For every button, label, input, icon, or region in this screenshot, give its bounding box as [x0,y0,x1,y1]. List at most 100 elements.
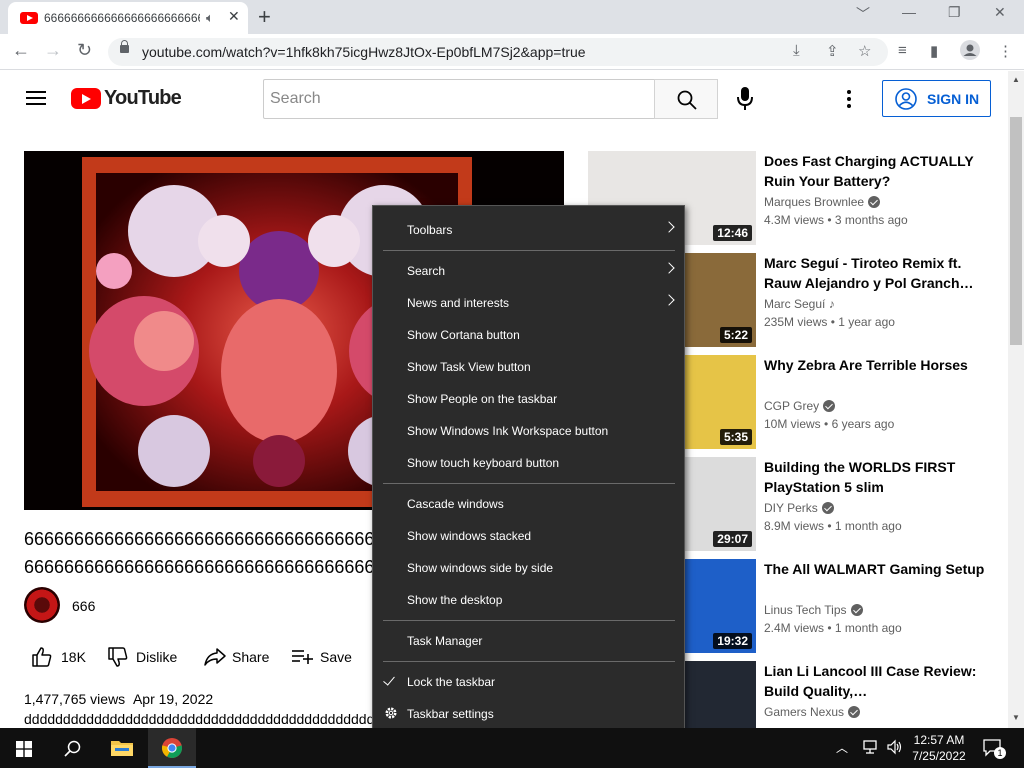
share-button[interactable]: Share [203,646,273,668]
channel-name[interactable]: 666 [72,598,95,614]
save-button[interactable]: Save [290,646,360,668]
video-title-line-1: 6666666666666666666666666666666666666666… [24,529,374,549]
youtube-logo-text[interactable]: YouTube [104,87,182,110]
clock-date: 7/25/2022 [912,749,966,763]
video-title-line-2: 6666666666666666666666666666666666666666… [24,557,374,577]
menu-item-show-windows-ink-workspace-button[interactable]: Show Windows Ink Workspace button [373,415,684,447]
start-button[interactable] [0,728,48,768]
related-video-title[interactable]: Building the WORLDS FIRST PlayStation 5 … [764,457,986,497]
search-button[interactable] [654,79,718,119]
menu-item-label: Lock the taskbar [407,675,496,689]
address-bar[interactable]: youtube.com/watch?v=1hfk8kh75icgHwz8JtOx… [108,38,888,66]
youtube-logo-icon[interactable] [71,88,101,109]
system-clock[interactable]: 12:57 AM 7/25/2022 [906,732,972,764]
menu-item-label: Show windows side by side [407,561,554,575]
video-description[interactable]: dddddddddddddddddddddddddddddddddddddddd… [24,711,374,727]
menu-item-label: Show windows stacked [407,529,532,543]
related-video-channel[interactable]: CGP Grey [764,399,836,413]
related-video-channel[interactable]: Marc Seguí ♪ [764,297,835,311]
scroll-down-arrow-icon[interactable]: ▼ [1012,713,1020,722]
dislike-button[interactable]: Dislike [107,646,187,668]
scrollbar-thumb[interactable] [1010,117,1022,345]
show-hidden-icons-chevron-icon[interactable]: ︿ [836,739,856,759]
browser-menu-icon[interactable]: ⋮ [998,42,1013,60]
sign-in-label: SIGN IN [927,91,980,107]
bookmark-star-icon[interactable]: ☆ [858,42,871,60]
hamburger-menu-icon[interactable] [26,91,46,105]
view-count: 1,477,765 views [24,691,126,707]
menu-item-lock-the-taskbar[interactable]: Lock the taskbar [373,666,684,698]
search-icon [64,740,81,757]
view-count: 4.3M views [764,213,825,227]
menu-separator [383,483,675,484]
menu-item-news-and-interests[interactable]: News and interests [373,287,684,319]
related-video-title[interactable]: Marc Seguí - Tiroteo Remix ft. Rauw Alej… [764,253,986,293]
menu-item-show-windows-stacked[interactable]: Show windows stacked [373,520,684,552]
related-video-channel[interactable]: Linus Tech Tips [764,603,863,617]
account-icon [895,88,917,110]
chrome-taskbar-button[interactable] [148,728,196,768]
tab-search-chevron-icon[interactable]: ﹀ [856,4,870,24]
forward-button[interactable]: → [44,40,62,61]
related-video-channel[interactable]: Gamers Nexus [764,705,861,719]
scroll-up-arrow-icon[interactable]: ▲ [1012,75,1020,84]
network-icon[interactable] [862,738,882,758]
like-button[interactable]: 18K [31,646,91,668]
related-video-title[interactable]: The All WALMART Gaming Setup [764,559,986,579]
restore-window-button[interactable]: ❐ [948,4,961,21]
taskbar-search-button[interactable] [48,728,96,768]
share-icon[interactable]: ⇪ [826,42,839,60]
menu-item-task-manager[interactable]: Task Manager [373,625,684,657]
lock-icon[interactable] [120,40,129,53]
submenu-arrow-icon [663,221,675,233]
menu-item-search[interactable]: Search [373,255,684,287]
browser-tab[interactable]: 6666666666666666666666666666666666666666… [8,2,248,34]
menu-item-label: Show Windows Ink Workspace button [407,424,609,438]
side-panel-icon[interactable]: ▮ [930,42,938,60]
close-tab-icon[interactable]: ✕ [228,8,240,25]
menu-item-show-touch-keyboard-button[interactable]: Show touch keyboard button [373,447,684,479]
reload-button[interactable]: ↻ [77,40,92,61]
menu-item-show-cortana-button[interactable]: Show Cortana button [373,319,684,351]
related-video-title[interactable]: Does Fast Charging ACTUALLY Ruin Your Ba… [764,151,986,191]
upload-date: Apr 19, 2022 [132,691,214,707]
menu-item-taskbar-settings[interactable]: Taskbar settings [373,698,684,730]
duration-badge: 5:35 [719,429,752,445]
related-video-channel[interactable]: Marques Brownlee [764,195,881,209]
menu-item-show-the-desktop[interactable]: Show the desktop [373,584,684,616]
profile-icon[interactable] [960,40,980,60]
menu-item-label: Search [407,264,446,278]
menu-item-show-people-on-the-taskbar[interactable]: Show People on the taskbar [373,383,684,415]
menu-item-label: Task Manager [407,634,483,648]
upload-age: 6 years ago [831,417,895,431]
install-app-icon[interactable]: ⤓ [793,42,800,59]
file-explorer-button[interactable] [98,728,146,768]
search-input[interactable] [263,79,655,119]
speaker-icon[interactable]: 🔈︎ [206,10,214,26]
settings-kebab-icon[interactable] [846,89,852,109]
channel-avatar[interactable] [24,587,60,623]
submenu-arrow-icon [663,294,675,306]
media-controls-icon[interactable]: ≡ [898,42,907,59]
related-video-title[interactable]: Lian Li Lancool III Case Review: Build Q… [764,661,986,701]
sign-in-button[interactable]: SIGN IN [882,80,991,117]
menu-item-show-windows-side-by-side[interactable]: Show windows side by side [373,552,684,584]
volume-icon[interactable] [886,738,906,758]
menu-separator [383,661,675,662]
page-scrollbar[interactable]: ▲ ▼ [1008,71,1024,728]
close-window-button[interactable]: ✕ [994,4,1006,21]
menu-item-show-task-view-button[interactable]: Show Task View button [373,351,684,383]
related-video-channel[interactable]: DIY Perks [764,501,834,515]
url-text[interactable]: youtube.com/watch?v=1hfk8kh75icgHwz8JtOx… [142,44,586,60]
microphone-icon[interactable] [733,85,757,113]
meta-separator: • [820,417,832,431]
menu-item-label: Show Cortana button [407,328,520,342]
back-button[interactable]: ← [12,40,30,61]
minimize-window-button[interactable]: — [902,4,916,20]
related-video-meta: 8.9M views • 1 month ago [764,519,902,533]
related-video-title[interactable]: Why Zebra Are Terrible Horses [764,355,986,375]
menu-item-toolbars[interactable]: Toolbars [373,214,684,246]
action-center-button[interactable]: 1 [982,738,1012,760]
menu-item-cascade-windows[interactable]: Cascade windows [373,488,684,520]
new-tab-button[interactable]: + [258,4,271,30]
